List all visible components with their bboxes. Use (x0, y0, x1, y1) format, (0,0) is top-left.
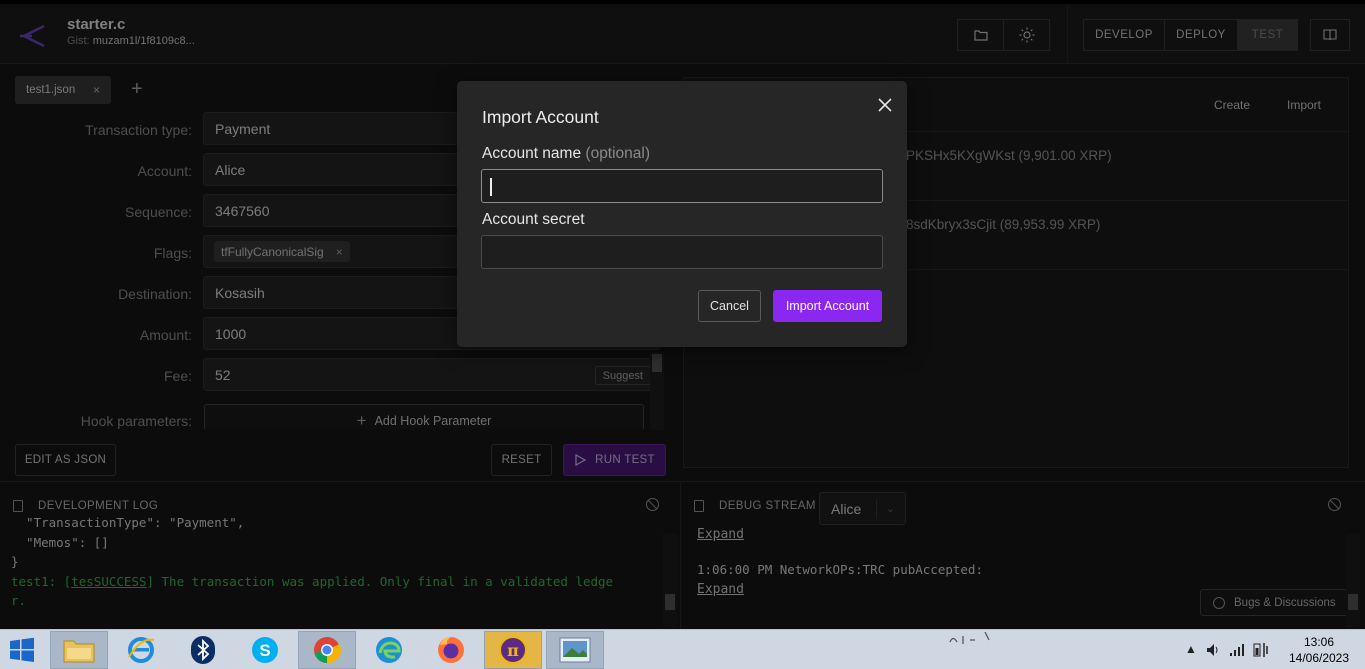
start-button[interactable] (0, 631, 44, 669)
scribble-artifact-icon (949, 631, 990, 644)
text-caret (490, 178, 492, 196)
svg-text:π: π (507, 641, 519, 660)
volume-icon[interactable] (1206, 643, 1220, 657)
pi-network-app[interactable]: π (484, 631, 542, 669)
optional-hint: (optional) (585, 145, 651, 162)
import-account-submit-button[interactable]: Import Account (773, 290, 882, 322)
edge-app[interactable] (360, 631, 418, 669)
account-name-label-text: Account name (482, 145, 582, 162)
bluetooth-app[interactable] (174, 631, 232, 669)
account-name-label: Account name (optional) (482, 145, 650, 163)
battery-icon[interactable] (1253, 642, 1271, 658)
chrome-icon (314, 637, 341, 664)
clock-date: 14/06/2023 (1288, 651, 1350, 665)
internet-explorer-app[interactable] (112, 631, 170, 669)
cancel-button[interactable]: Cancel (698, 290, 761, 322)
tray-expand-icon[interactable]: ▲ (1185, 642, 1197, 656)
bluetooth-icon (191, 636, 215, 664)
windows-logo-icon (10, 637, 34, 662)
system-clock[interactable]: 13:06 14/06/2023 (1284, 634, 1354, 666)
import-account-dialog: Import Account Account name (optional) A… (457, 81, 907, 347)
windows-taskbar: S π ▲ 13:06 14/06/2023 (0, 629, 1365, 669)
firefox-icon (438, 637, 464, 663)
app-window: starter.c Gist: muzam1l/1f8109c8... DEVE… (0, 4, 1365, 629)
pi-network-icon: π (499, 636, 527, 664)
network-signal-icon[interactable] (1229, 643, 1245, 657)
clock-time: 13:06 (1303, 635, 1335, 649)
dialog-title: Import Account (482, 107, 599, 127)
account-secret-input[interactable] (481, 235, 883, 269)
photos-app[interactable] (546, 631, 604, 669)
svg-text:S: S (259, 641, 270, 660)
account-name-input[interactable] (481, 169, 883, 203)
edge-icon (376, 637, 402, 663)
skype-app[interactable]: S (236, 631, 294, 669)
photo-viewer-icon (559, 637, 591, 663)
folder-icon (63, 640, 95, 663)
skype-icon: S (252, 637, 278, 663)
firefox-app[interactable] (422, 631, 480, 669)
account-secret-label: Account secret (482, 211, 585, 228)
chrome-app[interactable] (298, 631, 356, 669)
internet-explorer-icon (128, 637, 155, 663)
close-icon[interactable] (875, 95, 895, 115)
file-explorer-app[interactable] (50, 631, 108, 669)
